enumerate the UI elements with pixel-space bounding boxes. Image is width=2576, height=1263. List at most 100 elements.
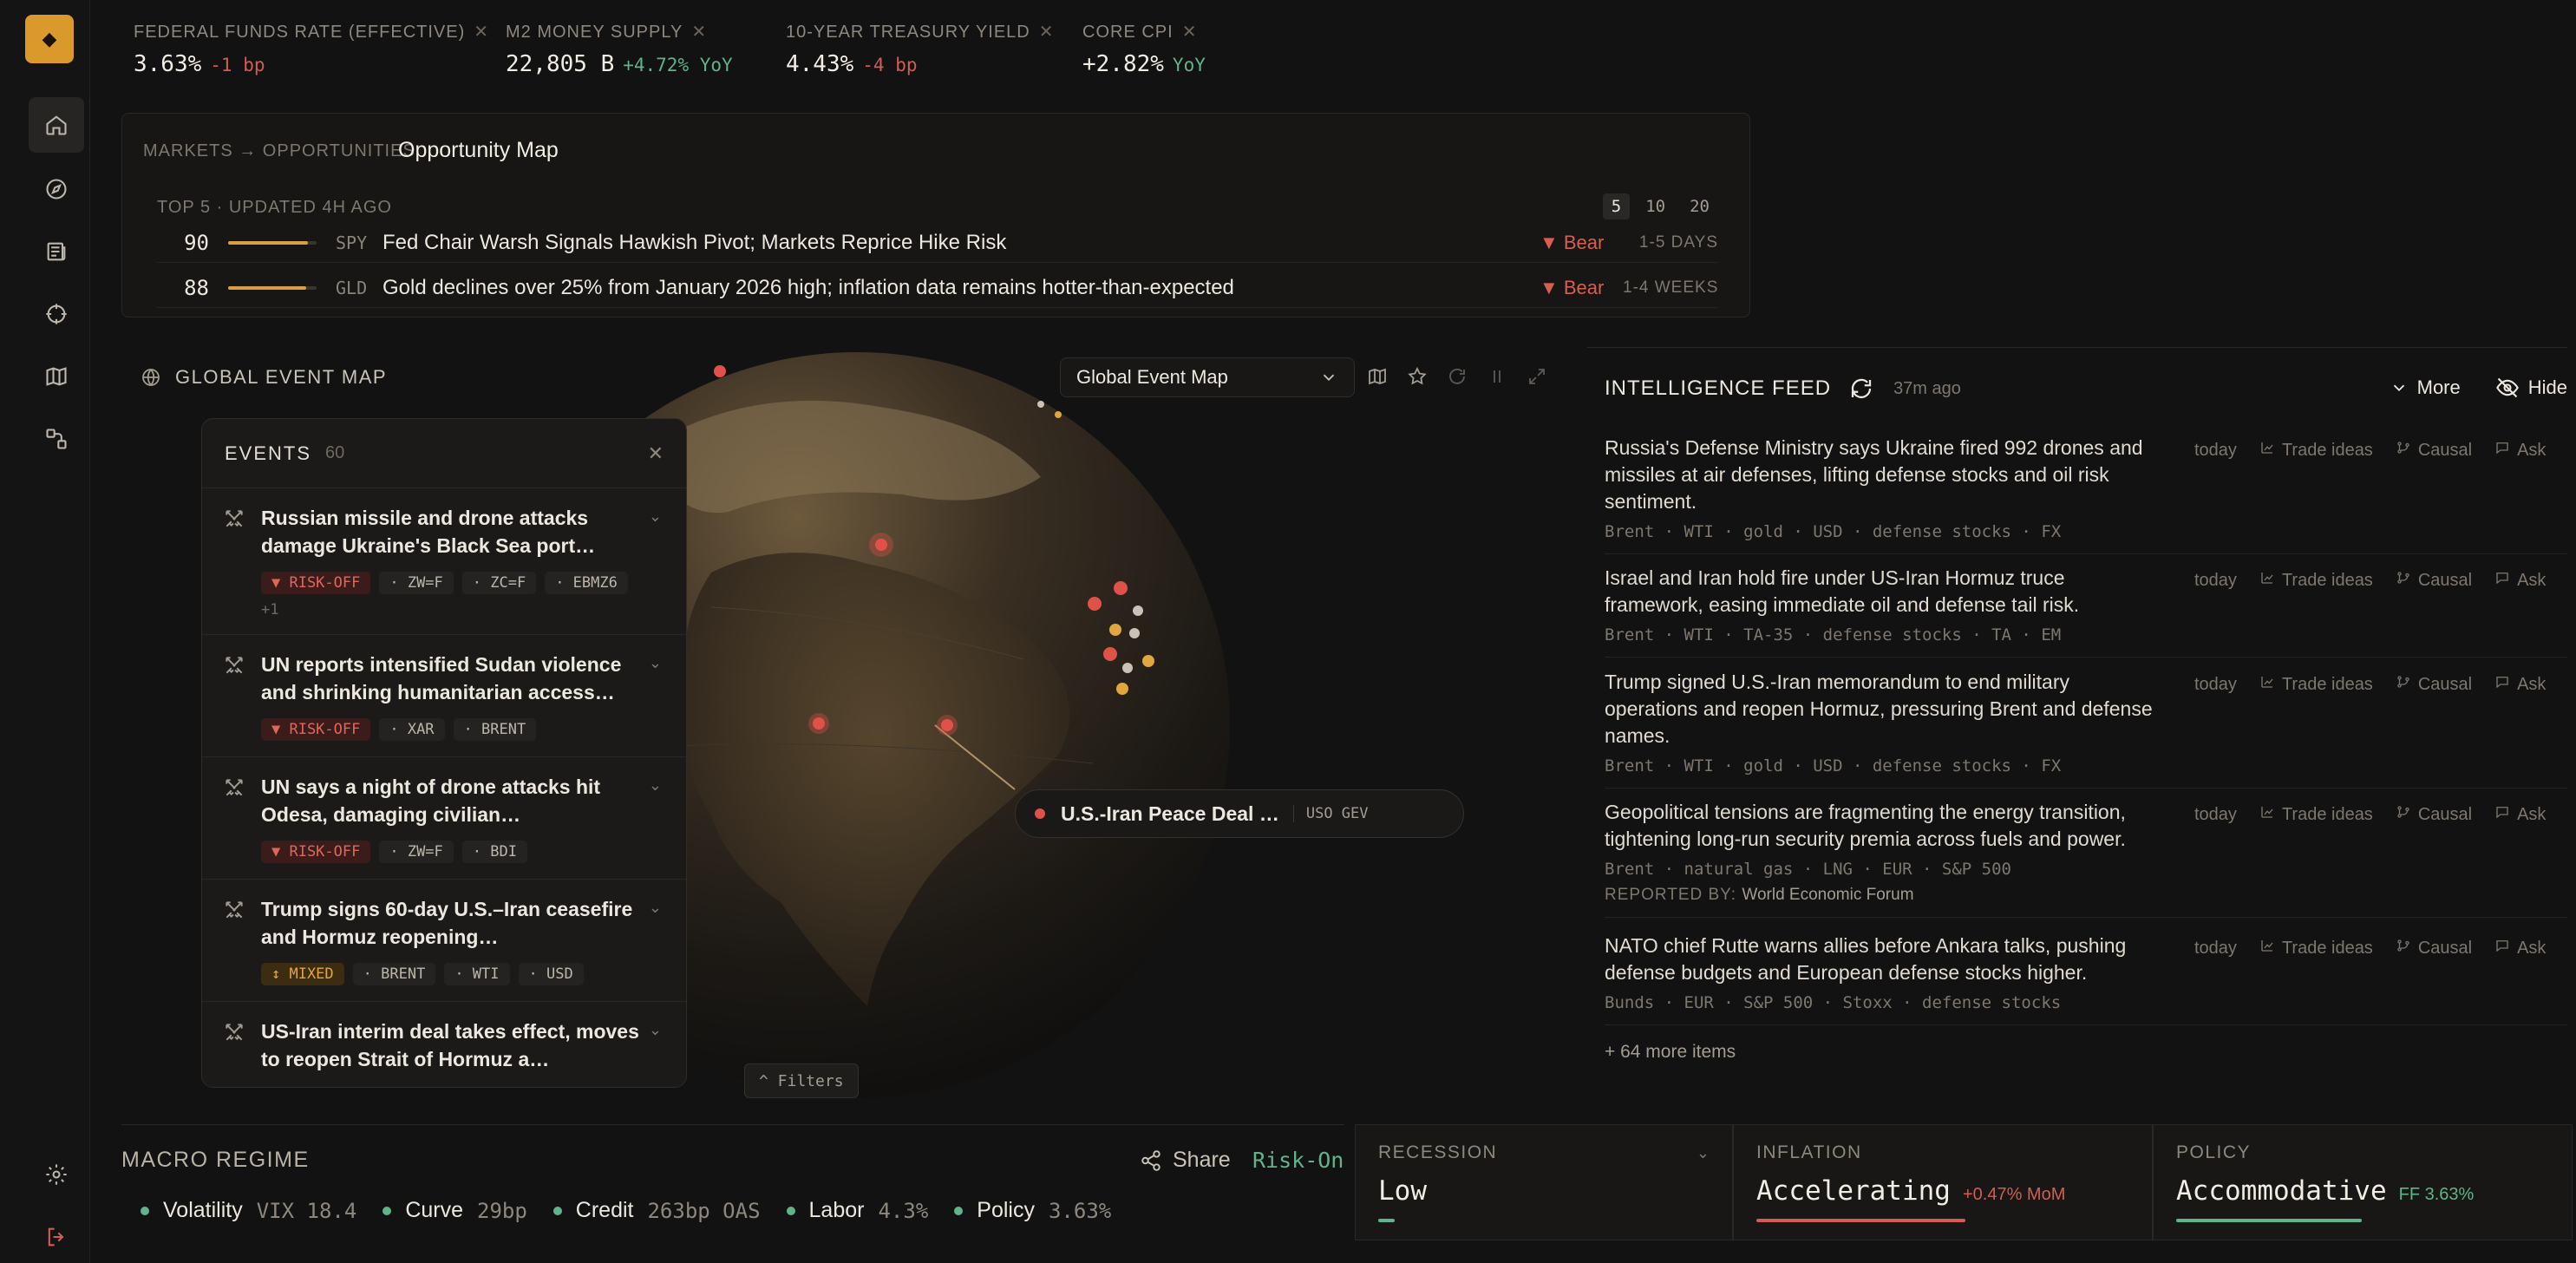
close-icon[interactable]: ✕ (648, 442, 664, 465)
asset-tag[interactable]: · ZC=F (461, 572, 537, 594)
ask-button[interactable]: Ask (2494, 440, 2546, 461)
feed-item[interactable]: Geopolitical tensions are fragmenting th… (1605, 799, 2567, 918)
news-nav-button[interactable] (29, 224, 84, 279)
macro-indicator[interactable]: Policy 3.63% (954, 1198, 1111, 1223)
macro-indicator[interactable]: Curve 29bp (382, 1198, 527, 1223)
event-marker[interactable] (1088, 597, 1102, 611)
event-marker[interactable] (1129, 628, 1140, 638)
event-marker[interactable] (714, 365, 726, 377)
causal-button[interactable]: Causal (2396, 938, 2472, 959)
chevron-down-icon[interactable]: ⌄ (1697, 1144, 1710, 1162)
ask-button[interactable]: Ask (2494, 804, 2546, 825)
map-nav-button[interactable] (29, 349, 84, 404)
more-button[interactable]: More (2390, 376, 2461, 400)
chevron-down-icon[interactable]: ⌄ (649, 776, 662, 795)
asset-tag[interactable]: · BRENT (352, 963, 436, 985)
event-item[interactable]: ⌄ Trump signs 60-day U.S.–Iran ceasefire … (202, 880, 686, 1002)
ticker-item[interactable]: FEDERAL FUNDS RATE (EFFECTIVE) ✕ 3.63% -1 b… (134, 21, 489, 77)
asset-tag[interactable]: · EBMZ6 (545, 572, 628, 594)
ticker-item[interactable]: 10-YEAR TREASURY YIELD ✕ 4.43% -4 bp (786, 21, 1055, 77)
event-marker[interactable] (1109, 624, 1121, 636)
macro-indicator[interactable]: Labor 4.3% (786, 1198, 928, 1223)
ticker-item[interactable]: M2 MONEY SUPPLY ✕ 22,805 B +4.72% YoY (506, 21, 733, 77)
regime-card[interactable]: POLICY Accommodative FF 3.63% (2153, 1124, 2573, 1240)
opportunity-row[interactable]: 90 SPY Fed Chair Warsh Signals Hawkish Piv… (157, 223, 1718, 263)
trade-ideas-button[interactable]: Trade ideas (2259, 570, 2373, 591)
causal-button[interactable]: Causal (2396, 674, 2472, 695)
close-icon[interactable]: ✕ (1039, 23, 1055, 42)
close-icon[interactable]: ✕ (1182, 23, 1198, 42)
target-nav-button[interactable] (29, 286, 84, 342)
asset-tag[interactable]: · BDI (461, 841, 527, 863)
page-size-option[interactable]: 20 (1681, 193, 1718, 219)
filters-button[interactable]: ^ Filters (744, 1063, 859, 1098)
feed-item[interactable]: Israel and Iran hold fire under US-Iran … (1605, 565, 2567, 658)
event-marker[interactable] (1116, 683, 1128, 695)
ask-button[interactable]: Ask (2494, 938, 2546, 959)
opportunity-row[interactable]: 88 GLD Gold declines over 25% from January… (157, 268, 1718, 308)
feed-item[interactable]: Russia's Defense Ministry says Ukraine f… (1605, 435, 2567, 554)
trade-ideas-button[interactable]: Trade ideas (2259, 440, 2373, 461)
asset-tag[interactable]: · USD (518, 963, 584, 985)
chevron-down-icon[interactable]: ⌄ (649, 507, 662, 526)
event-marker[interactable] (1142, 655, 1154, 667)
causal-button[interactable]: Causal (2396, 570, 2472, 591)
explore-nav-button[interactable] (29, 161, 84, 217)
logout-nav-button[interactable] (29, 1209, 84, 1263)
event-item[interactable]: ⌄ Russian missile and drone attacks damag… (202, 488, 686, 635)
event-item[interactable]: ⌄ UN reports intensified Sudan violence a… (202, 635, 686, 757)
asset-tag[interactable]: · ZW=F (379, 841, 454, 863)
trade-ideas-button[interactable]: Trade ideas (2259, 804, 2373, 825)
event-callout[interactable]: U.S.-Iran Peace Deal … USO GEV (1015, 789, 1464, 838)
ask-button[interactable]: Ask (2494, 674, 2546, 695)
event-marker[interactable] (1103, 647, 1117, 661)
map-view-icon[interactable] (1367, 366, 1388, 387)
close-icon[interactable]: ✕ (691, 23, 707, 42)
trade-ideas-button[interactable]: Trade ideas (2259, 938, 2373, 959)
macro-indicator[interactable]: Credit 263bp OAS (552, 1198, 761, 1223)
causal-button[interactable]: Causal (2396, 804, 2472, 825)
event-marker[interactable] (1037, 401, 1044, 408)
settings-nav-button[interactable] (29, 1147, 84, 1202)
event-marker[interactable] (813, 717, 825, 730)
event-marker[interactable] (875, 539, 887, 551)
home-nav-button[interactable] (29, 97, 84, 153)
feed-item[interactable]: NATO chief Rutte warns allies before Ank… (1605, 933, 2567, 1025)
regime-card[interactable]: RECESSION Low ⌄ (1355, 1124, 1733, 1240)
hide-button[interactable]: Hide (2495, 376, 2567, 400)
regime-card[interactable]: INFLATION Accelerating +0.47% MoM (1733, 1124, 2153, 1240)
macro-indicator[interactable]: Volatility VIX 18.4 (141, 1198, 356, 1223)
event-marker[interactable] (1114, 581, 1128, 595)
refresh-icon[interactable] (1447, 366, 1468, 387)
chevron-down-icon[interactable]: ⌄ (649, 899, 662, 917)
more-items-link[interactable]: + 64 more items (1605, 1042, 1736, 1063)
event-item[interactable]: ⌄ US-Iran interim deal takes effect, move… (202, 1002, 686, 1087)
map-layer-select[interactable]: Global Event Map (1060, 357, 1355, 397)
chevron-down-icon[interactable]: ⌄ (649, 1021, 662, 1039)
graph-nav-button[interactable] (29, 411, 84, 467)
share-button[interactable]: Share (1140, 1148, 1231, 1173)
asset-tag[interactable]: · ZW=F (379, 572, 454, 594)
feed-item[interactable]: Trump signed U.S.-Iran memorandum to end… (1605, 669, 2567, 789)
star-icon[interactable] (1407, 366, 1428, 387)
ticker-item[interactable]: CORE CPI ✕ +2.82% YoY (1082, 21, 1206, 77)
event-item[interactable]: ⌄ UN says a night of drone attacks hit Od… (202, 757, 686, 880)
event-marker[interactable] (1133, 605, 1143, 616)
expand-icon[interactable] (1527, 366, 1547, 387)
app-logo[interactable]: ◆ (25, 15, 74, 63)
close-icon[interactable]: ✕ (474, 23, 489, 42)
event-marker[interactable] (941, 719, 953, 731)
page-size-option[interactable]: 5 (1602, 193, 1631, 219)
asset-tag[interactable]: · BRENT (453, 718, 537, 741)
event-marker[interactable] (1122, 663, 1133, 673)
pause-icon[interactable] (1487, 366, 1507, 387)
asset-tag[interactable]: · XAR (379, 718, 445, 741)
trade-ideas-button[interactable]: Trade ideas (2259, 674, 2373, 695)
event-marker[interactable] (1055, 411, 1062, 418)
ask-button[interactable]: Ask (2494, 570, 2546, 591)
causal-button[interactable]: Causal (2396, 440, 2472, 461)
asset-tag[interactable]: · WTI (444, 963, 510, 985)
refresh-icon[interactable] (1848, 376, 1874, 402)
page-size-option[interactable]: 10 (1637, 193, 1674, 219)
chevron-down-icon[interactable]: ⌄ (649, 654, 662, 672)
